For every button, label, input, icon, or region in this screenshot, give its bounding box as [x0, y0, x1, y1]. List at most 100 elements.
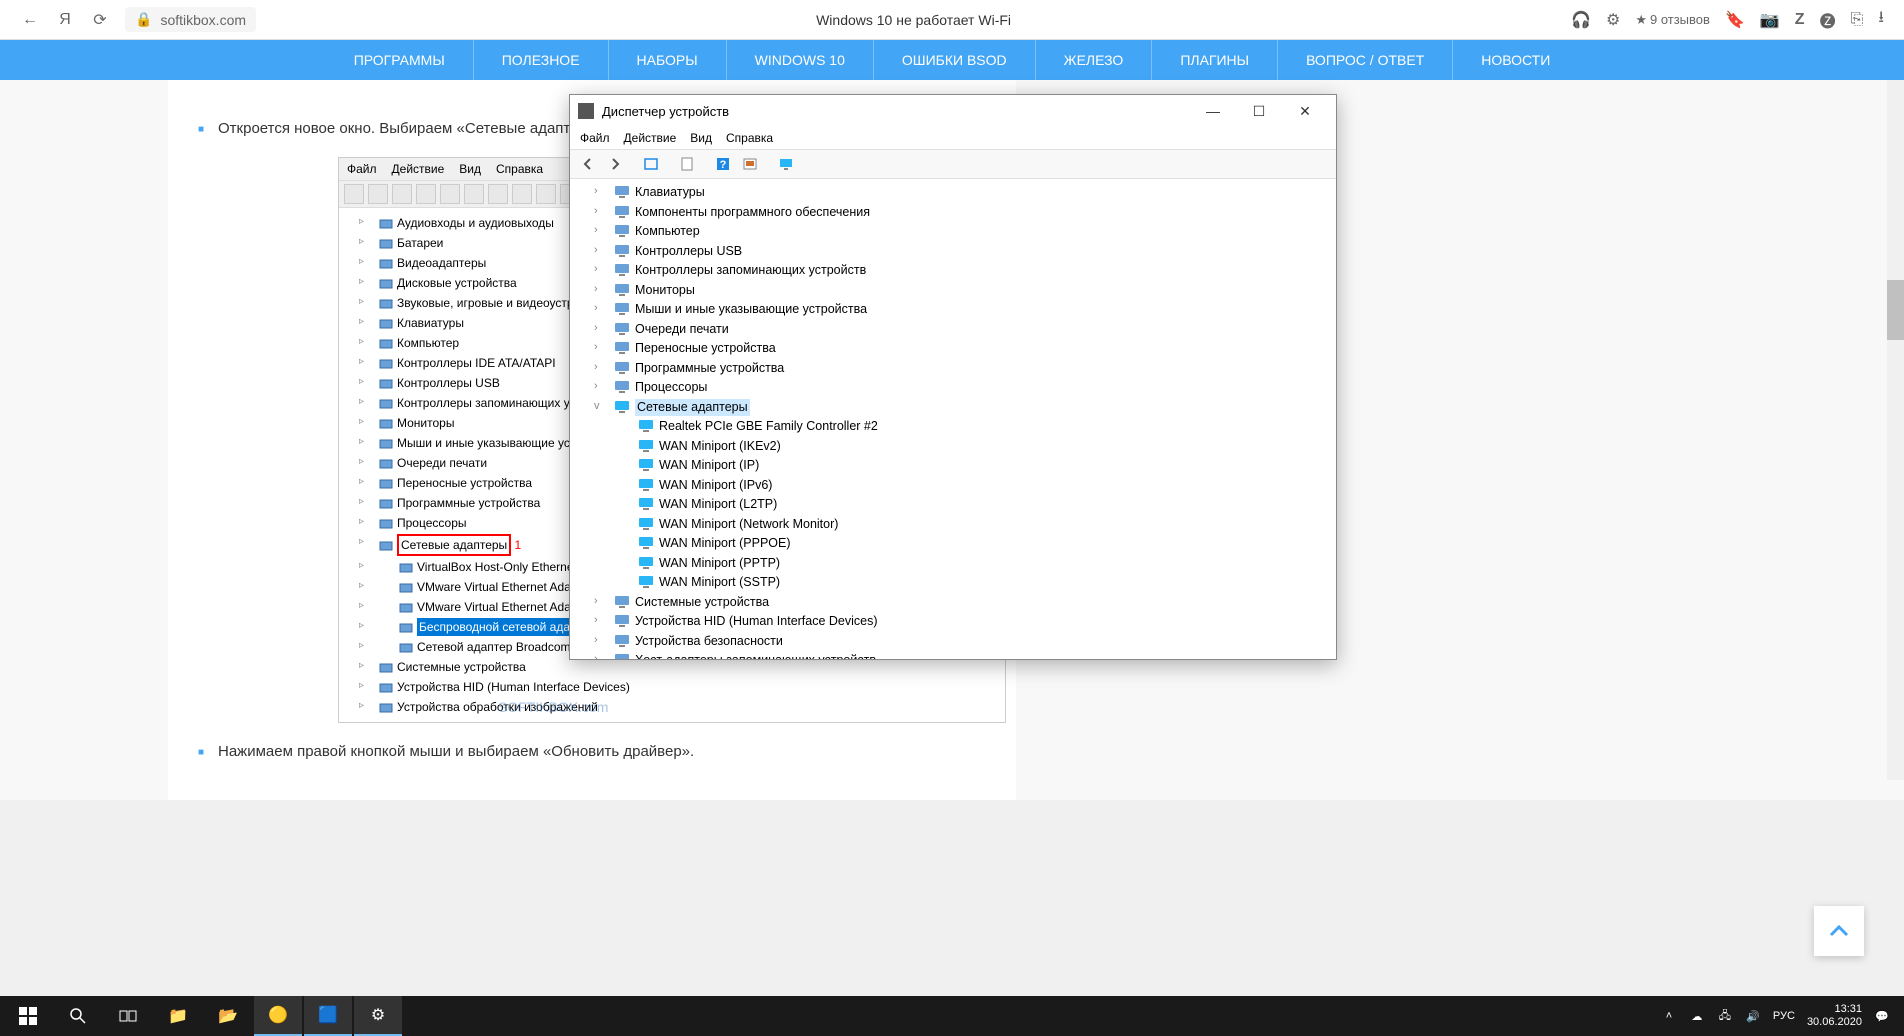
- back-button[interactable]: ←: [20, 10, 40, 30]
- expand-icon[interactable]: ›: [594, 633, 598, 648]
- maximize-button[interactable]: ☐: [1236, 95, 1282, 127]
- nav-programs[interactable]: ПРОГРАММЫ: [326, 40, 474, 80]
- expand-icon[interactable]: ›: [594, 360, 598, 375]
- expand-icon[interactable]: ›: [594, 243, 598, 258]
- dm-tree-adapter[interactable]: ›WAN Miniport (IKEv2): [574, 437, 1332, 457]
- expand-icon[interactable]: v: [594, 399, 600, 414]
- expand-icon[interactable]: ›: [594, 223, 598, 238]
- dm-tree-category[interactable]: ›Переносные устройства: [574, 339, 1332, 359]
- task-device-manager[interactable]: ⚙: [354, 996, 402, 1036]
- tray-network-icon[interactable]: 🖧: [1717, 1008, 1733, 1024]
- dm-tree-category[interactable]: ›Процессоры: [574, 378, 1332, 398]
- dm-tree-adapter[interactable]: ›WAN Miniport (SSTP): [574, 573, 1332, 593]
- dm-tree-adapter[interactable]: ›WAN Miniport (Network Monitor): [574, 515, 1332, 535]
- dm-tree-category[interactable]: ›Хост-адаптеры запоминающих устройств: [574, 651, 1332, 659]
- expand-icon[interactable]: ›: [594, 301, 598, 316]
- old-tool-1: [392, 184, 412, 204]
- nav-windows10[interactable]: WINDOWS 10: [727, 40, 874, 80]
- dm-tree-category[interactable]: ›Контроллеры USB: [574, 242, 1332, 262]
- ext-icon-3[interactable]: ⎘: [1851, 11, 1864, 29]
- dm-tree-category[interactable]: ›Устройства безопасности: [574, 632, 1332, 652]
- tool-show-hide-icon[interactable]: [639, 153, 663, 175]
- expand-icon[interactable]: ›: [594, 321, 598, 336]
- ext-icon-1[interactable]: 📷: [1760, 10, 1780, 30]
- bookmark-icon[interactable]: 🔖: [1725, 10, 1745, 30]
- dm-menu-help[interactable]: Справка: [726, 131, 773, 145]
- expand-icon[interactable]: ›: [594, 652, 598, 659]
- tool-back-icon[interactable]: [576, 153, 600, 175]
- scroll-top-button[interactable]: [1814, 906, 1864, 956]
- nav-qa[interactable]: ВОПРОС / ОТВЕТ: [1278, 40, 1453, 80]
- dm-tree-category[interactable]: ›Компоненты программного обеспечения: [574, 203, 1332, 223]
- nav-hardware[interactable]: ЖЕЛЕЗО: [1036, 40, 1153, 80]
- expand-icon[interactable]: ›: [594, 262, 598, 277]
- search-button[interactable]: [54, 996, 102, 1036]
- dm-menu-view[interactable]: Вид: [690, 131, 712, 145]
- dm-tree-category[interactable]: ›Клавиатуры: [574, 183, 1332, 203]
- old-tool-6: [512, 184, 532, 204]
- tool-monitor-icon[interactable]: [774, 153, 798, 175]
- task-yandex-browser[interactable]: 🟡: [254, 996, 302, 1036]
- tool-help-icon[interactable]: ?: [711, 153, 735, 175]
- tool-forward-icon[interactable]: [603, 153, 627, 175]
- expand-icon[interactable]: ›: [594, 184, 598, 199]
- task-app-3[interactable]: 🟦: [304, 996, 352, 1036]
- expand-icon[interactable]: ›: [594, 340, 598, 355]
- ext-icon-2[interactable]: 🅩: [1820, 8, 1836, 32]
- dm-menu-file[interactable]: Файл: [580, 131, 610, 145]
- task-explorer[interactable]: 📂: [204, 996, 252, 1036]
- reload-button[interactable]: ⟳: [90, 10, 110, 30]
- dm-tree[interactable]: ›Клавиатуры›Компоненты программного обес…: [570, 179, 1336, 659]
- start-button[interactable]: [4, 996, 52, 1036]
- dm-tree-adapter[interactable]: ›WAN Miniport (L2TP): [574, 495, 1332, 515]
- dm-tree-category[interactable]: ›Программные устройства: [574, 359, 1332, 379]
- page-scrollbar[interactable]: [1887, 80, 1904, 780]
- settings-icon[interactable]: ⚙: [1606, 10, 1620, 30]
- download-icon[interactable]: ⭳: [1878, 6, 1884, 33]
- dm-tree-category[interactable]: ›Устройства HID (Human Interface Devices…: [574, 612, 1332, 632]
- taskbar: 📁 📂 🟡 🟦 ⚙ ˄ ☁ 🖧 🔊 РУС 13:31 30.06.2020 💬: [0, 996, 1904, 1036]
- tray-language[interactable]: РУС: [1773, 1010, 1795, 1022]
- dm-tree-network-adapters[interactable]: vСетевые адаптеры: [574, 398, 1332, 418]
- taskview-button[interactable]: [104, 996, 152, 1036]
- dm-tree-category[interactable]: ›Мониторы: [574, 281, 1332, 301]
- reviews-badge[interactable]: ★9 отзывов: [1635, 12, 1710, 28]
- ext-icon-z[interactable]: Z: [1795, 11, 1805, 29]
- address-bar[interactable]: 🔒 softikbox.com: [125, 7, 256, 32]
- tray-chevron-icon[interactable]: ˄: [1661, 1008, 1677, 1024]
- dm-tree-adapter[interactable]: ›WAN Miniport (PPPOE): [574, 534, 1332, 554]
- expand-icon[interactable]: ›: [594, 379, 598, 394]
- headphones-icon[interactable]: 🎧: [1571, 10, 1591, 30]
- dm-tree-adapter[interactable]: ›WAN Miniport (PPTP): [574, 554, 1332, 574]
- nav-useful[interactable]: ПОЛЕЗНОЕ: [474, 40, 609, 80]
- minimize-button[interactable]: —: [1190, 95, 1236, 127]
- expand-icon[interactable]: ›: [594, 594, 598, 609]
- tool-properties-icon[interactable]: [675, 153, 699, 175]
- nav-news[interactable]: НОВОСТИ: [1453, 40, 1578, 80]
- close-button[interactable]: ✕: [1282, 95, 1328, 127]
- nav-plugins[interactable]: ПЛАГИНЫ: [1152, 40, 1278, 80]
- dm-tree-category[interactable]: ›Системные устройства: [574, 593, 1332, 613]
- task-app-1[interactable]: 📁: [154, 996, 202, 1036]
- dm-tree-adapter[interactable]: ›WAN Miniport (IPv6): [574, 476, 1332, 496]
- dm-tree-adapter[interactable]: ›Realtek PCIe GBE Family Controller #2: [574, 417, 1332, 437]
- yandex-logo[interactable]: Я: [55, 10, 75, 30]
- dm-tree-category[interactable]: ›Компьютер: [574, 222, 1332, 242]
- tray-notifications-icon[interactable]: 💬: [1874, 1008, 1890, 1024]
- expand-icon[interactable]: ›: [594, 613, 598, 628]
- nav-sets[interactable]: НАБОРЫ: [609, 40, 727, 80]
- tray-volume-icon[interactable]: 🔊: [1745, 1008, 1761, 1024]
- tray-onedrive-icon[interactable]: ☁: [1689, 1008, 1705, 1024]
- scrollbar-thumb[interactable]: [1887, 280, 1904, 340]
- dm-tree-adapter[interactable]: ›WAN Miniport (IP): [574, 456, 1332, 476]
- dm-menu-action[interactable]: Действие: [624, 131, 677, 145]
- taskbar-clock[interactable]: 13:31 30.06.2020: [1807, 1003, 1862, 1029]
- nav-bsod[interactable]: ОШИБКИ BSOD: [874, 40, 1036, 80]
- dm-titlebar[interactable]: Диспетчер устройств — ☐ ✕: [570, 95, 1336, 127]
- expand-icon[interactable]: ›: [594, 282, 598, 297]
- expand-icon[interactable]: ›: [594, 204, 598, 219]
- tool-scan-icon[interactable]: [738, 153, 762, 175]
- dm-tree-category[interactable]: ›Контроллеры запоминающих устройств: [574, 261, 1332, 281]
- dm-tree-category[interactable]: ›Очереди печати: [574, 320, 1332, 340]
- dm-tree-category[interactable]: ›Мыши и иные указывающие устройства: [574, 300, 1332, 320]
